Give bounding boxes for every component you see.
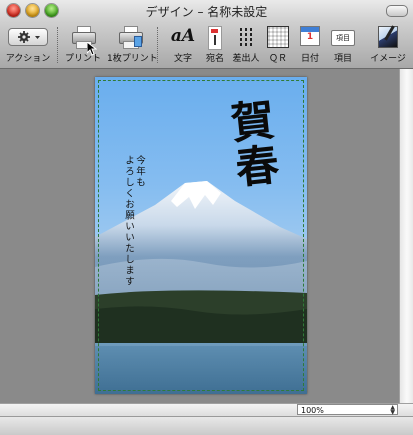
item-icon: 項目: [331, 30, 355, 46]
calendar-icon: 1: [300, 26, 320, 46]
action-label: アクション: [5, 54, 51, 64]
toolbar-separator: [157, 27, 158, 63]
print-margin-guide: [98, 80, 304, 391]
sender-icon: [238, 26, 254, 48]
zoom-select[interactable]: 100% ▲ ▼: [297, 404, 398, 416]
toolbar-toggle-button[interactable]: [386, 5, 408, 17]
gear-icon: [18, 31, 40, 43]
qr-code-icon: [267, 26, 289, 48]
date-label: 日付: [300, 54, 319, 64]
zoom-value: 100%: [301, 406, 324, 415]
image-tool[interactable]: イメージ: [364, 22, 412, 68]
sender-label: 差出人: [232, 54, 260, 64]
action-tool[interactable]: アクション: [2, 22, 54, 68]
font-icon: aA: [170, 26, 196, 46]
image-icon: [378, 25, 398, 48]
text-tool[interactable]: aA 文字: [164, 22, 202, 68]
chevron-up-down-icon: ▲ ▼: [390, 404, 395, 416]
print-tool[interactable]: プリント: [60, 22, 106, 68]
vertical-scrollbar[interactable]: [399, 69, 413, 403]
mouse-cursor-icon: [87, 42, 97, 56]
design-window: デザイン – 名称未設定 アクション プリント 1枚プリント aA 文字 宛名 …: [0, 0, 413, 435]
address-tool[interactable]: 宛名: [199, 22, 231, 68]
qr-tool[interactable]: ＱＲ: [263, 22, 293, 68]
title-bar: デザイン – 名称未設定: [0, 0, 413, 22]
item-tool[interactable]: 項目 項目: [326, 22, 360, 68]
address-label: 宛名: [205, 54, 224, 64]
item-label: 項目: [333, 54, 352, 64]
toolbar-separator: [57, 27, 58, 63]
status-bar: [0, 416, 413, 435]
date-tool[interactable]: 1 日付: [294, 22, 326, 68]
window-title: デザイン – 名称未設定: [145, 5, 268, 19]
print-one-label: 1枚プリント: [107, 54, 158, 64]
image-label: イメージ: [370, 54, 406, 64]
toolbar: アクション プリント 1枚プリント aA 文字 宛名 差出人 ＱＲ 1 日付 項…: [0, 22, 413, 69]
action-menu-button[interactable]: [8, 28, 48, 46]
print-one-tool[interactable]: 1枚プリント: [107, 22, 158, 68]
printer-single-icon: [119, 26, 143, 49]
address-icon: [208, 26, 222, 50]
print-label: プリント: [64, 54, 101, 64]
text-label: 文字: [173, 54, 192, 64]
calendar-number: 1: [306, 32, 314, 42]
sender-tool[interactable]: 差出人: [230, 22, 262, 68]
qr-label: ＱＲ: [268, 54, 287, 64]
